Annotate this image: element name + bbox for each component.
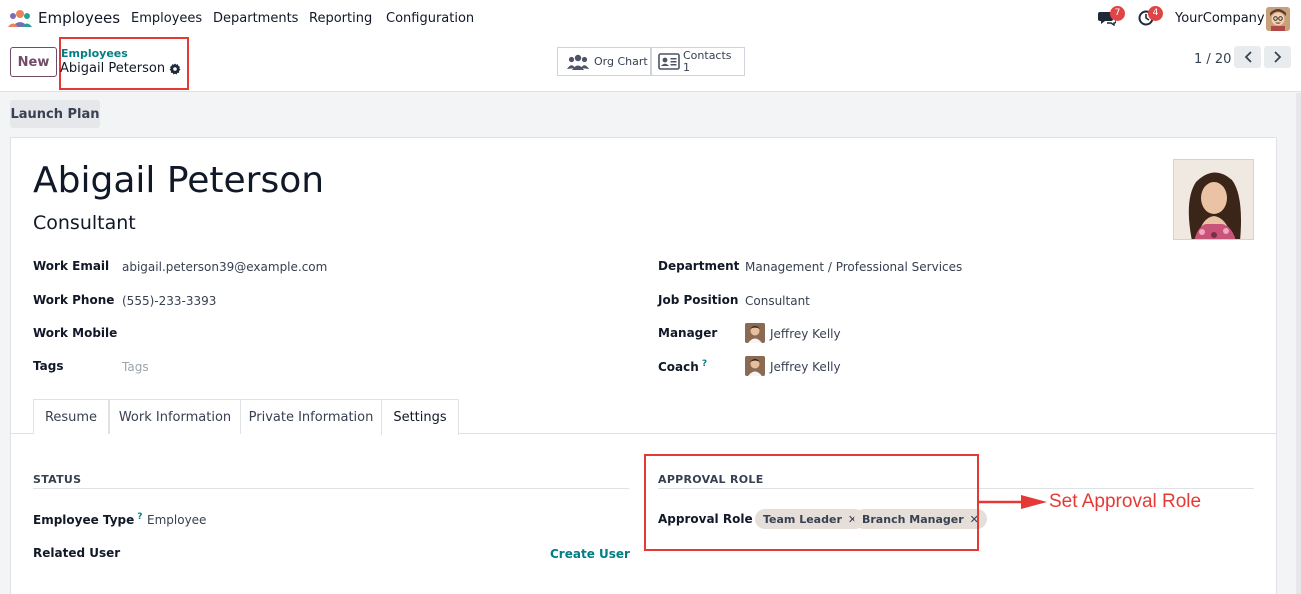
new-button[interactable]: New — [10, 47, 57, 77]
org-chart-button[interactable]: Org Chart — [557, 47, 651, 76]
manager-field[interactable]: Jeffrey Kelly — [770, 327, 841, 341]
menu-employees[interactable]: Employees — [131, 11, 202, 26]
tab-private-information[interactable]: Private Information — [240, 399, 382, 434]
gear-icon[interactable] — [169, 63, 181, 75]
tab-settings[interactable]: Settings — [381, 399, 459, 435]
annotation-text: Set Approval Role — [1049, 491, 1202, 512]
manager-avatar — [745, 323, 765, 343]
employee-type-label-text: Employee Type — [33, 513, 135, 527]
coach-avatar — [745, 356, 765, 376]
menu-departments[interactable]: Departments — [213, 11, 298, 26]
tab-work-information[interactable]: Work Information — [109, 399, 241, 434]
employee-name[interactable]: Abigail Peterson — [33, 160, 324, 201]
job-position-label: Job Position — [658, 293, 739, 307]
user-avatar[interactable] — [1266, 7, 1290, 31]
status-section-title: STATUS — [33, 473, 82, 486]
top-navbar: Employees Employees Departments Reportin… — [0, 0, 1301, 37]
pager-value[interactable]: 1 / 20 — [1194, 52, 1231, 67]
related-user-label: Related User — [33, 546, 121, 560]
contacts-button[interactable]: Contacts 1 — [651, 47, 745, 76]
pager-next-button[interactable] — [1264, 46, 1291, 68]
chat-badge: 7 — [1110, 6, 1125, 21]
chevron-left-icon — [1244, 51, 1252, 63]
coach-field[interactable]: Jeffrey Kelly — [770, 360, 841, 374]
menu-configuration[interactable]: Configuration — [386, 11, 474, 26]
work-email-field[interactable]: abigail.peterson39@example.com — [122, 260, 327, 274]
job-position-field[interactable]: Consultant — [745, 294, 810, 308]
create-user-link[interactable]: Create User — [550, 547, 630, 561]
menu-reporting[interactable]: Reporting — [309, 11, 372, 26]
tags-label: Tags — [33, 359, 64, 373]
work-email-label: Work Email — [33, 259, 110, 273]
coach-label: Coach? — [658, 359, 707, 374]
pager-previous-button[interactable] — [1234, 46, 1261, 68]
work-mobile-field[interactable] — [122, 326, 422, 342]
annotation-arrow-icon — [979, 495, 1047, 509]
company-switcher[interactable]: YourCompany — [1175, 11, 1265, 26]
manager-label: Manager — [658, 326, 718, 340]
work-mobile-label: Work Mobile — [33, 326, 118, 340]
approval-role-highlight-box — [644, 454, 979, 551]
employee-photo[interactable] — [1173, 159, 1254, 240]
tab-resume[interactable]: Resume — [33, 399, 109, 434]
status-section-rule — [33, 488, 629, 489]
contacts-label: Contacts — [683, 48, 732, 62]
employees-app-icon[interactable] — [8, 9, 32, 27]
work-phone-field[interactable]: (555)-233-3393 — [122, 294, 216, 308]
employee-type-label: Employee Type? — [33, 512, 142, 527]
department-field[interactable]: Management / Professional Services — [745, 260, 962, 274]
employee-job-title[interactable]: Consultant — [33, 212, 136, 234]
coach-help-icon[interactable]: ? — [702, 359, 707, 369]
breadcrumb-current: Abigail Peterson — [60, 61, 181, 76]
app-name[interactable]: Employees — [38, 9, 120, 27]
activity-badge: 4 — [1148, 6, 1163, 21]
contacts-count: 1 — [683, 60, 690, 74]
control-panel: New Org Chart Contacts 1 1 / 20 — [0, 37, 1301, 92]
org-chart-label: Org Chart — [594, 55, 648, 68]
employee-type-field[interactable]: Employee — [147, 513, 206, 527]
employee-type-help-icon[interactable]: ? — [137, 512, 142, 522]
contact-card-icon — [658, 53, 680, 70]
org-chart-icon — [567, 54, 589, 70]
coach-label-text: Coach — [658, 360, 699, 374]
work-phone-label: Work Phone — [33, 293, 115, 307]
vertical-scrollbar[interactable] — [1296, 93, 1301, 594]
department-label: Department — [658, 259, 740, 273]
chevron-right-icon — [1273, 51, 1281, 63]
launch-plan-button[interactable]: Launch Plan — [10, 100, 100, 128]
tags-input[interactable]: Tags — [122, 360, 149, 374]
breadcrumb-employees-link[interactable]: Employees — [61, 47, 128, 60]
breadcrumb-current-label: Abigail Peterson — [60, 61, 166, 76]
